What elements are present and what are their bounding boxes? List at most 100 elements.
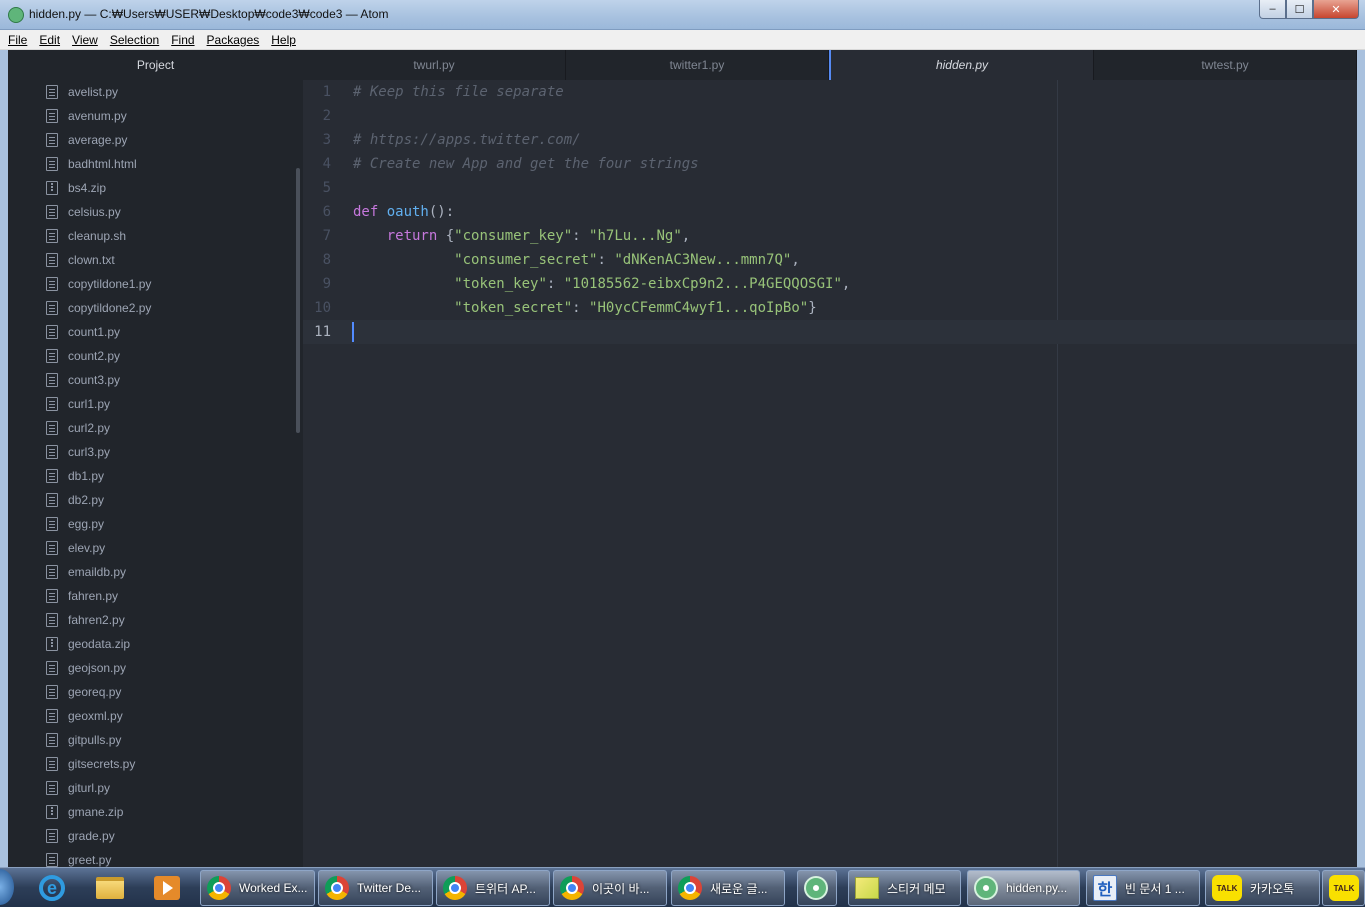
- file-icon: [46, 157, 58, 171]
- code-token: # Keep this file separate: [353, 84, 564, 100]
- taskbar-button[interactable]: [797, 870, 837, 906]
- tree-header[interactable]: Project: [8, 50, 303, 80]
- code-token: "H0ycCFemmC4wyf1...qoIpBo": [589, 300, 809, 316]
- tree-file-item[interactable]: fahren.py: [8, 584, 303, 608]
- code-line[interactable]: 4 # Create new App and get the four strin…: [303, 152, 1357, 176]
- tree-file-item[interactable]: curl2.py: [8, 416, 303, 440]
- tree-file-item[interactable]: grade.py: [8, 824, 303, 848]
- taskbar-button[interactable]: hidden.py...: [967, 870, 1080, 906]
- tree-file-item[interactable]: geoxml.py: [8, 704, 303, 728]
- tree-file-item[interactable]: georeq.py: [8, 680, 303, 704]
- tree-file-item[interactable]: count1.py: [8, 320, 303, 344]
- code-token: ():: [428, 204, 455, 220]
- tree-file-item[interactable]: avenum.py: [8, 104, 303, 128]
- start-button[interactable]: [0, 869, 14, 905]
- file-explorer-button[interactable]: [93, 871, 127, 905]
- taskbar-button-label: 카카오톡: [1250, 881, 1295, 896]
- code-line[interactable]: 7 return {"consumer_key": "h7Lu...Ng",: [303, 224, 1357, 248]
- taskbar-button-label: 이곳이 바...: [592, 881, 650, 896]
- chrome-icon: [325, 876, 349, 900]
- taskbar-button[interactable]: Twitter De...: [318, 870, 433, 906]
- menu-help[interactable]: Help: [271, 33, 296, 47]
- maximize-button[interactable]: ☐: [1286, 0, 1313, 19]
- tree-file-item[interactable]: gmane.zip: [8, 800, 303, 824]
- tree-file-item[interactable]: cleanup.sh: [8, 224, 303, 248]
- tree-file-label: geoxml.py: [68, 709, 123, 723]
- code-editor[interactable]: 1 # Keep this file separate 2 3 # https://ap…: [303, 80, 1357, 867]
- code-text: # Keep this file separate: [353, 80, 564, 104]
- taskbar-button[interactable]: 트위터 AP...: [436, 870, 550, 906]
- internet-explorer-button[interactable]: e: [35, 871, 69, 905]
- taskbar-button[interactable]: 한 빈 문서 1 ...: [1086, 870, 1200, 906]
- menu-view[interactable]: View: [72, 33, 98, 47]
- tree-file-item[interactable]: curl3.py: [8, 440, 303, 464]
- file-icon: [46, 517, 58, 531]
- code-line[interactable]: 2: [303, 104, 1357, 128]
- code-line[interactable]: 10 "token_secret": "H0ycCFemmC4wyf1...qo…: [303, 296, 1357, 320]
- code-line[interactable]: 5: [303, 176, 1357, 200]
- tree-file-item[interactable]: gitpulls.py: [8, 728, 303, 752]
- tree-scrollbar[interactable]: [296, 168, 300, 433]
- tab-twtest-py[interactable]: twtest.py: [1094, 50, 1357, 80]
- tree-file-item[interactable]: copytildone1.py: [8, 272, 303, 296]
- tree-file-label: celsius.py: [68, 205, 121, 219]
- taskbar-button[interactable]: 이곳이 바...: [553, 870, 667, 906]
- code-token: :: [546, 276, 564, 292]
- tree-file-label: average.py: [68, 133, 128, 147]
- media-player-button[interactable]: [150, 871, 184, 905]
- code-line[interactable]: 3 # https://apps.twitter.com/: [303, 128, 1357, 152]
- tree-file-item[interactable]: greet.py: [8, 848, 303, 867]
- menu-file[interactable]: File: [8, 33, 27, 47]
- tree-file-item[interactable]: elev.py: [8, 536, 303, 560]
- code-line[interactable]: 8 "consumer_secret": "dNKenAC3New...mmn7…: [303, 248, 1357, 272]
- tree-file-item[interactable]: celsius.py: [8, 200, 303, 224]
- minimize-button[interactable]: ‒: [1259, 0, 1286, 19]
- tree-file-item[interactable]: curl1.py: [8, 392, 303, 416]
- taskbar-button[interactable]: TALK: [1322, 870, 1365, 906]
- tab-hidden-py[interactable]: hidden.py: [829, 50, 1094, 80]
- kakaotalk-icon: TALK: [1212, 875, 1242, 901]
- code-token: return: [386, 228, 438, 244]
- menu-packages[interactable]: Packages: [207, 33, 260, 47]
- tree-file-item[interactable]: geodata.zip: [8, 632, 303, 656]
- tree-file-item[interactable]: badhtml.html: [8, 152, 303, 176]
- tree-file-item[interactable]: avelist.py: [8, 80, 303, 104]
- tree-file-item[interactable]: db2.py: [8, 488, 303, 512]
- code-line[interactable]: 11: [303, 320, 1357, 344]
- tab-twitter1-py[interactable]: twitter1.py: [566, 50, 829, 80]
- code-line[interactable]: 9 "token_key": "10185562-eibxCp9n2...P4G…: [303, 272, 1357, 296]
- menu-edit[interactable]: Edit: [39, 33, 60, 47]
- tree-file-label: db2.py: [68, 493, 105, 507]
- tree-file-item[interactable]: clown.txt: [8, 248, 303, 272]
- tree-file-item[interactable]: emaildb.py: [8, 560, 303, 584]
- taskbar-button[interactable]: Worked Ex...: [200, 870, 315, 906]
- window-border-left: [0, 50, 8, 867]
- tree-file-item[interactable]: count3.py: [8, 368, 303, 392]
- tree-file-item[interactable]: copytildone2.py: [8, 296, 303, 320]
- zip-icon: [46, 637, 58, 651]
- tree-file-item[interactable]: db1.py: [8, 464, 303, 488]
- tree-file-item[interactable]: fahren2.py: [8, 608, 303, 632]
- close-button[interactable]: ✕: [1313, 0, 1359, 19]
- file-icon: [46, 325, 58, 339]
- tree-file-item[interactable]: egg.py: [8, 512, 303, 536]
- tree-file-item[interactable]: gitsecrets.py: [8, 752, 303, 776]
- tree-file-item[interactable]: giturl.py: [8, 776, 303, 800]
- taskbar-button[interactable]: 스티커 메모: [848, 870, 961, 906]
- menu-selection[interactable]: Selection: [110, 33, 159, 47]
- code-line[interactable]: 6 def oauth():: [303, 200, 1357, 224]
- hangul-word-icon: 한: [1093, 875, 1117, 901]
- line-number: 3: [322, 132, 331, 148]
- taskbar-button[interactable]: TALK 카카오톡: [1205, 870, 1320, 906]
- tree-file-item[interactable]: average.py: [8, 128, 303, 152]
- code-line[interactable]: 1 # Keep this file separate: [303, 80, 1357, 104]
- tab-twurl-py[interactable]: twurl.py: [303, 50, 566, 80]
- tab-bar: twurl.py twitter1.py hidden.py twtest.py: [303, 50, 1357, 80]
- taskbar-button[interactable]: 새로운 글...: [671, 870, 785, 906]
- file-icon: [46, 253, 58, 267]
- menu-find[interactable]: Find: [171, 33, 194, 47]
- tree-file-item[interactable]: geojson.py: [8, 656, 303, 680]
- tree-file-item[interactable]: count2.py: [8, 344, 303, 368]
- tree-file-item[interactable]: bs4.zip: [8, 176, 303, 200]
